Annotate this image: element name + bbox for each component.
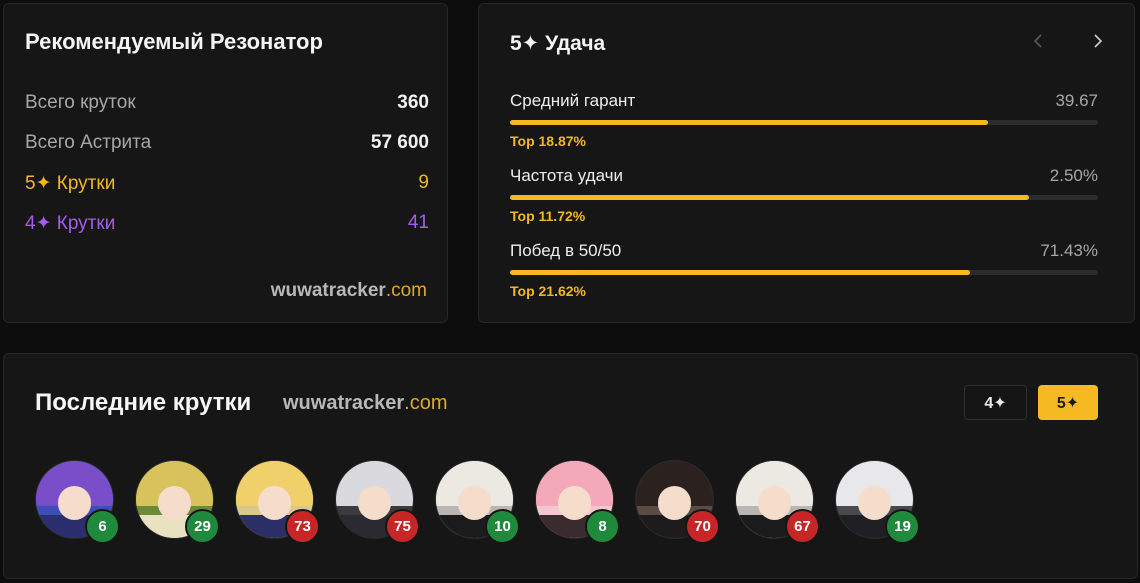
recent-pull-item[interactable]: 10 — [435, 460, 521, 546]
watermark-name: wuwatracker — [283, 392, 405, 414]
luck-card-title: 5✦ Удача — [510, 32, 606, 55]
stat-value: 57 600 — [370, 132, 429, 153]
metric-value: 39.67 — [1055, 91, 1098, 110]
stat-value: 360 — [397, 92, 429, 113]
metric-rank: Top 18.87% — [510, 133, 586, 149]
stat-total-pulls: Всего круток 360 — [25, 90, 429, 116]
stat-four-star-pulls: 4✦ Крутки 41 — [25, 210, 429, 236]
recent-pull-item[interactable]: 75 — [335, 460, 421, 546]
pity-badge: 75 — [385, 509, 420, 544]
recent-pull-item[interactable]: 70 — [635, 460, 721, 546]
metric-label: Побед в 50/50 — [510, 241, 622, 260]
recent-pulls-list: 6 29 73 75 10 8 70 67 19 — [35, 460, 1035, 550]
pity-badge: 8 — [585, 509, 620, 544]
recent-pull-item[interactable]: 29 — [135, 460, 221, 546]
watermark-tld: .com — [385, 280, 427, 301]
chevron-left-icon[interactable] — [1028, 32, 1048, 52]
stat-total-astrite: Всего Астрита 57 600 — [25, 130, 429, 156]
resonator-card-title: Рекомендуемый Резонатор — [25, 29, 323, 54]
metric-progress-fill — [510, 120, 989, 125]
watermark-tld: .com — [404, 392, 448, 414]
filter-four-star-button[interactable]: 4✦ — [964, 385, 1027, 420]
recent-pull-item[interactable]: 8 — [535, 460, 621, 546]
recent-pull-item[interactable]: 67 — [735, 460, 821, 546]
watermark-name: wuwatracker — [270, 280, 386, 301]
metric-progress-track — [510, 270, 1098, 275]
metric-label: Средний гарант — [510, 91, 636, 110]
luck-card: 5✦ Удача Средний гарант 39.67 Top 18.87%… — [478, 3, 1135, 323]
metric-rank: Top 11.72% — [510, 208, 586, 224]
pity-badge: 29 — [185, 509, 220, 544]
metric-progress-fill — [510, 270, 971, 275]
recent-pull-item[interactable]: 6 — [35, 460, 121, 546]
stat-label: Всего круток — [25, 92, 136, 113]
metric-value: 2.50% — [1049, 166, 1098, 185]
recent-pull-item[interactable]: 73 — [235, 460, 321, 546]
pity-badge: 6 — [85, 509, 120, 544]
site-watermark: wuwatracker.com — [271, 280, 427, 302]
metric-value: 71.43% — [1040, 241, 1098, 260]
filter-five-star-button[interactable]: 5✦ — [1038, 385, 1098, 420]
chevron-right-icon[interactable] — [1088, 32, 1108, 52]
metric-rank: Top 21.62% — [510, 283, 586, 299]
stat-label: Всего Астрита — [25, 132, 152, 153]
metric-average-pity: Средний гарант 39.67 Top 18.87% — [510, 91, 1098, 149]
recent-pulls-title: Последние крутки — [35, 389, 252, 416]
metric-progress-track — [510, 195, 1098, 200]
pity-badge: 19 — [885, 509, 920, 544]
stat-label: 4✦ Крутки — [25, 212, 116, 234]
recent-pull-item[interactable]: 19 — [835, 460, 921, 546]
metric-luck-rate: Частота удачи 2.50% Top 11.72% — [510, 166, 1098, 224]
site-watermark: wuwatracker.com — [283, 392, 448, 415]
pity-badge: 70 — [685, 509, 720, 544]
pity-badge: 67 — [785, 509, 820, 544]
stat-five-star-pulls: 5✦ Крутки 9 — [25, 170, 429, 196]
recent-pulls-card: Последние крутки wuwatracker.com 4✦ 5✦ 6… — [3, 353, 1138, 579]
stat-value: 9 — [418, 172, 429, 193]
pity-badge: 10 — [485, 509, 520, 544]
metric-label: Частота удачи — [510, 166, 624, 185]
metric-5050-wins: Побед в 50/50 71.43% Top 21.62% — [510, 241, 1098, 299]
metric-progress-fill — [510, 195, 1030, 200]
pity-badge: 73 — [285, 509, 320, 544]
metric-progress-track — [510, 120, 1098, 125]
stat-label: 5✦ Крутки — [25, 172, 116, 194]
stat-value: 41 — [407, 212, 429, 233]
resonator-card: Рекомендуемый Резонатор Всего круток 360… — [3, 3, 448, 323]
